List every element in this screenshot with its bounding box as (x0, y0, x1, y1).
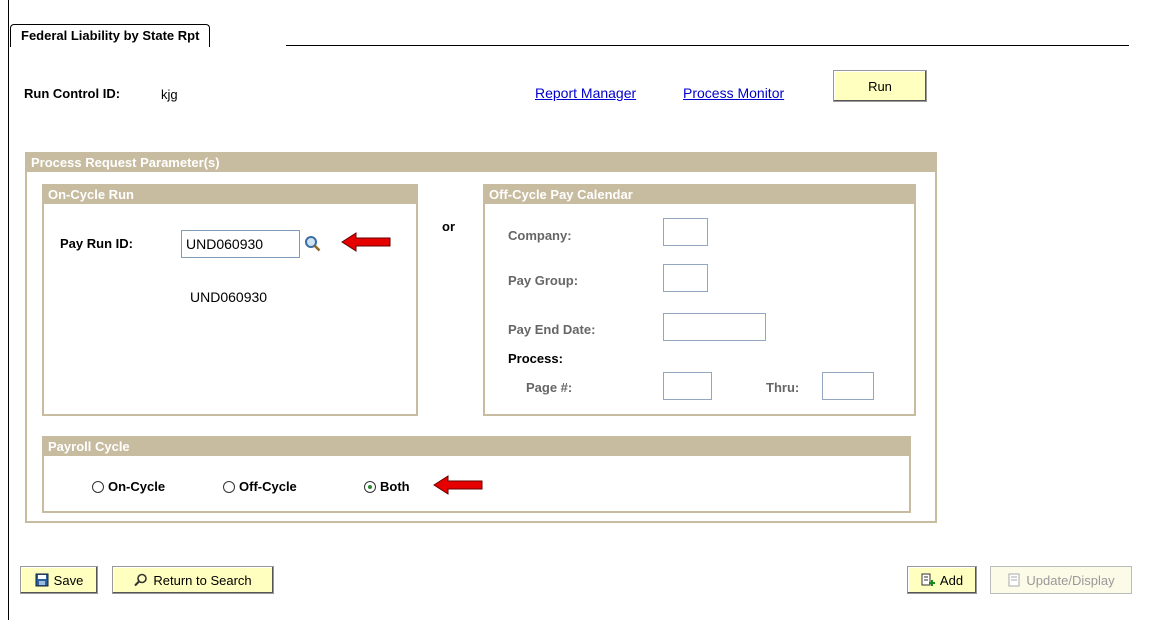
process-label: Process: (508, 351, 563, 366)
tab-federal-liability[interactable]: Federal Liability by State Rpt (10, 24, 211, 47)
thru-label: Thru: (766, 380, 800, 395)
radio-off-cycle[interactable]: Off-Cycle (223, 479, 297, 494)
off-cycle-title: Off-Cycle Pay Calendar (485, 186, 914, 204)
arrow-pointer-icon (432, 474, 484, 501)
page-number-input[interactable] (663, 372, 712, 400)
pay-run-id-description: UND060930 (190, 289, 268, 305)
pay-run-id-label: Pay Run ID: (60, 236, 133, 251)
update-display-label: Update/Display (1026, 572, 1115, 588)
arrow-pointer-icon (340, 231, 392, 258)
add-button[interactable]: Add (907, 566, 977, 594)
search-icon (134, 573, 148, 587)
update-display-icon (1008, 573, 1020, 587)
run-button-label: Run (868, 78, 892, 94)
pay-end-date-label: Pay End Date: (508, 322, 596, 337)
return-to-search-button[interactable]: Return to Search (112, 566, 274, 594)
run-control-value: kjg (161, 87, 178, 102)
pay-group-label: Pay Group: (508, 273, 579, 288)
radio-both-label: Both (380, 479, 410, 494)
on-cycle-title: On-Cycle Run (44, 186, 416, 204)
radio-on-cycle-indicator[interactable] (92, 480, 104, 493)
run-button[interactable]: Run (833, 70, 927, 102)
pay-group-input[interactable] (663, 264, 708, 292)
thru-input[interactable] (822, 372, 874, 400)
radio-both[interactable]: Both (364, 479, 410, 494)
search-lookup-icon[interactable] (304, 235, 322, 253)
report-manager-link[interactable]: Report Manager (535, 85, 636, 101)
payroll-cycle-title: Payroll Cycle (44, 438, 909, 456)
add-icon (921, 573, 935, 586)
update-display-button[interactable]: Update/Display (990, 566, 1132, 594)
return-to-search-label: Return to Search (153, 572, 252, 588)
radio-on-cycle[interactable]: On-Cycle (92, 479, 165, 494)
process-monitor-link[interactable]: Process Monitor (683, 85, 784, 101)
save-button-label: Save (53, 572, 84, 588)
radio-off-cycle-label: Off-Cycle (239, 479, 297, 494)
tab-underline (286, 45, 1129, 46)
radio-on-cycle-label: On-Cycle (108, 479, 166, 494)
company-label: Company: (508, 228, 572, 243)
pay-run-id-input[interactable] (181, 230, 300, 258)
radio-off-cycle-indicator[interactable] (223, 480, 235, 493)
process-request-title: Process Request Parameter(s) (27, 154, 935, 172)
or-label: or (442, 219, 455, 234)
save-button[interactable]: Save (20, 566, 98, 594)
pay-end-date-input[interactable] (663, 313, 766, 341)
page-number-label: Page #: (526, 380, 573, 395)
radio-both-indicator[interactable] (364, 480, 376, 493)
run-control-label: Run Control ID: (24, 86, 121, 101)
company-input[interactable] (663, 218, 708, 246)
save-icon (35, 573, 49, 587)
add-button-label: Add (939, 572, 964, 588)
